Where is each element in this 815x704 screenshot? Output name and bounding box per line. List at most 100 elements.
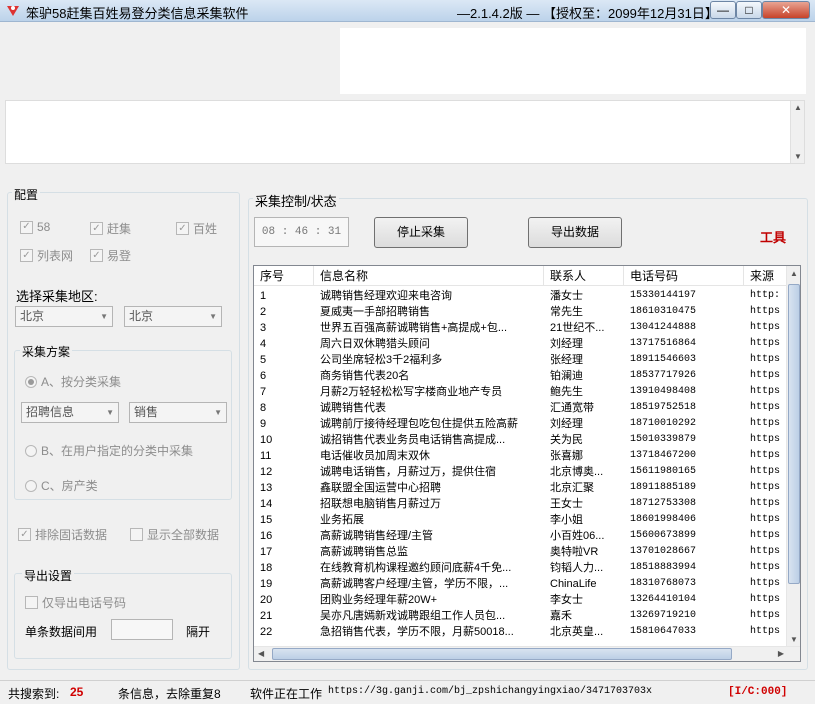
- export-data-button[interactable]: 导出数据: [528, 217, 622, 248]
- source-baixing-checkbox[interactable]: ✓ 百姓: [176, 220, 217, 237]
- check-icon: ✓: [90, 249, 103, 262]
- source-ganji-checkbox[interactable]: ✓ 赶集: [90, 220, 131, 237]
- table-cell: 13264410104: [630, 594, 697, 605]
- table-cell: 业务拓展: [320, 514, 364, 526]
- table-cell: 18710010292: [630, 418, 697, 429]
- tools-link[interactable]: 工具: [760, 227, 786, 246]
- table-cell: 8: [260, 402, 267, 414]
- table-row[interactable]: 8 诚聘销售代表 汇通宽带 18519752518 https: [254, 400, 788, 416]
- col-source[interactable]: 来源: [744, 266, 788, 286]
- table-row[interactable]: 7 月薪2万轻轻松松写字楼商业地产专员 鲍先生 13910498408 https: [254, 384, 788, 400]
- table-row[interactable]: 21 吴亦凡唐嫣新戏诚聘跟组工作人员包... 嘉禾 13269719210 https: [254, 608, 788, 624]
- table-row[interactable]: 1 诚聘销售经理欢迎来电咨询 潘女士 15330144197 http:: [254, 288, 788, 304]
- table-cell: 20: [260, 594, 273, 606]
- table-cell: 招联想电脑销售月薪过万: [320, 498, 441, 510]
- hscroll-thumb[interactable]: [272, 648, 732, 660]
- col-index[interactable]: 序号: [254, 266, 314, 286]
- table-cell: 鲍先生: [550, 386, 583, 398]
- results-table[interactable]: 序号 信息名称 联系人 电话号码 来源 1 诚聘销售经理欢迎来电咨询 潘女士 1533…: [253, 265, 801, 662]
- table-cell: https: [750, 434, 781, 445]
- col-contact[interactable]: 联系人: [544, 266, 624, 286]
- show-all-checkbox[interactable]: 显示全部数据: [130, 526, 219, 543]
- table-cell: 常先生: [550, 306, 583, 318]
- plan-b-radio[interactable]: B、在用户指定的分类中采集: [25, 442, 193, 459]
- table-cell: https: [750, 514, 781, 525]
- table-cell: 18537717926: [630, 370, 697, 381]
- table-cell: https: [750, 562, 781, 573]
- table-cell: 北京博奥...: [550, 466, 604, 478]
- table-hscrollbar[interactable]: ◀ ▶: [254, 646, 800, 661]
- source-liebiao-checkbox[interactable]: ✓ 列表网: [20, 247, 73, 264]
- table-cell: 吴亦凡唐嫣新戏诚聘跟组工作人员包...: [320, 610, 506, 622]
- scroll-down-icon[interactable]: ▼: [794, 152, 802, 161]
- table-row[interactable]: 18 在线教育机构课程邀约顾问底薪4千免... 钧韬人力... 18518883994…: [254, 560, 788, 576]
- table-row[interactable]: 4 周六日双休聘猎头顾问 刘经理 13717516864 https: [254, 336, 788, 352]
- city-select[interactable]: 北京 ▼: [124, 306, 222, 327]
- table-cell: 李女士: [550, 594, 583, 606]
- table-row[interactable]: 3 世界五百强高薪诚聘销售+高提成+包... 21世纪不... 13041244888…: [254, 320, 788, 336]
- table-cell: 奥特啦VR: [550, 546, 599, 558]
- table-row[interactable]: 15 业务拓展 李小姐 18601998406 https: [254, 512, 788, 528]
- table-cell: 14: [260, 498, 273, 510]
- chevron-down-icon: ▼: [214, 408, 222, 417]
- stop-collect-button[interactable]: 停止采集: [374, 217, 468, 248]
- table-cell: 15330144197: [630, 290, 697, 301]
- plan-c-radio[interactable]: C、房产类: [25, 477, 98, 494]
- table-row[interactable]: 20 团购业务经理年薪20W+ 李女士 13264410104 https: [254, 592, 788, 608]
- table-row[interactable]: 17 高薪诚聘销售总监 奥特啦VR 13701028667 https: [254, 544, 788, 560]
- source-58-checkbox[interactable]: ✓ 58: [20, 220, 50, 234]
- only-phone-checkbox[interactable]: 仅导出电话号码: [25, 594, 126, 611]
- scroll-right-icon[interactable]: ▶: [778, 649, 784, 658]
- table-row[interactable]: 6 商务销售代表20名 铂澜迪 18537717926 https: [254, 368, 788, 384]
- table-cell: https: [750, 402, 781, 413]
- table-row[interactable]: 11 电话催收员加周末双休 张喜娜 13718467200 https: [254, 448, 788, 464]
- minimize-button[interactable]: —: [710, 1, 736, 19]
- subcategory-select[interactable]: 销售 ▼: [129, 402, 227, 423]
- log-scrollbar[interactable]: ▲ ▼: [790, 101, 804, 163]
- table-cell: 15010339879: [630, 434, 697, 445]
- table-cell: https: [750, 594, 781, 605]
- table-cell: 诚聘销售代表: [320, 402, 386, 414]
- table-cell: 刘经理: [550, 418, 583, 430]
- table-cell: 钧韬人力...: [550, 562, 604, 574]
- province-select[interactable]: 北京 ▼: [15, 306, 113, 327]
- log-textbox[interactable]: ▲ ▼: [5, 100, 805, 164]
- close-button[interactable]: ✕: [762, 1, 810, 19]
- exclude-fixed-checkbox[interactable]: ✓ 排除固话数据: [18, 526, 107, 543]
- table-row[interactable]: 2 夏威夷一手部招聘销售 常先生 18610310475 https: [254, 304, 788, 320]
- table-row[interactable]: 10 诚招销售代表业务员电话销售高提成... 关为民 15010339879 https: [254, 432, 788, 448]
- province-value: 北京: [20, 309, 45, 323]
- maximize-button[interactable]: □: [736, 1, 762, 19]
- table-cell: 18610310475: [630, 306, 697, 317]
- table-row[interactable]: 14 招联想电脑销售月薪过万 王女士 18712753308 https: [254, 496, 788, 512]
- title-bar: 笨驴58赶集百姓易登分类信息采集软件 —2.1.4.2版 — 【授权至：2099…: [0, 0, 815, 22]
- category-select[interactable]: 招聘信息 ▼: [21, 402, 119, 423]
- separator-input[interactable]: [111, 619, 173, 640]
- plan-a-radio[interactable]: A、按分类采集: [25, 373, 121, 390]
- table-row[interactable]: 22 急招销售代表，学历不限，月薪50018... 北京英皇... 158106470…: [254, 624, 788, 640]
- col-phone[interactable]: 电话号码: [624, 266, 744, 286]
- scroll-down-icon[interactable]: ▼: [790, 635, 798, 644]
- table-row[interactable]: 5 公司坐席轻松3千2福利多 张经理 18911546603 https: [254, 352, 788, 368]
- table-cell: 刘经理: [550, 338, 583, 350]
- table-row[interactable]: 16 高薪诚聘销售经理/主管 小百姓06... 15600673899 https: [254, 528, 788, 544]
- table-cell: http:: [750, 290, 781, 301]
- table-row[interactable]: 13 鑫联盟全国运营中心招聘 北京汇聚 18911885189 https: [254, 480, 788, 496]
- scroll-up-icon[interactable]: ▲: [790, 269, 798, 278]
- scroll-up-icon[interactable]: ▲: [794, 103, 802, 112]
- col-title[interactable]: 信息名称: [314, 266, 544, 286]
- table-vscrollbar[interactable]: ▲ ▼: [786, 266, 800, 647]
- source-yideng-checkbox[interactable]: ✓ 易登: [90, 247, 131, 264]
- category-value: 招聘信息: [26, 405, 75, 419]
- scroll-left-icon[interactable]: ◀: [258, 649, 264, 658]
- table-cell: https: [750, 322, 781, 333]
- table-row[interactable]: 12 诚聘电话销售，月薪过万，提供住宿 北京博奥... 15611980165 http…: [254, 464, 788, 480]
- table-cell: 19: [260, 578, 273, 590]
- vscroll-thumb[interactable]: [788, 284, 800, 584]
- table-row[interactable]: 19 高薪诚聘客户经理/主管，学历不限，... ChinaLife 183107680…: [254, 576, 788, 592]
- check-icon: ✓: [176, 222, 189, 235]
- banner-area: [340, 28, 806, 94]
- table-cell: 商务销售代表20名: [320, 370, 410, 382]
- city-value: 北京: [129, 309, 154, 323]
- table-row[interactable]: 9 诚聘前厅接待经理包吃包住提供五险高薪 刘经理 18710010292 https: [254, 416, 788, 432]
